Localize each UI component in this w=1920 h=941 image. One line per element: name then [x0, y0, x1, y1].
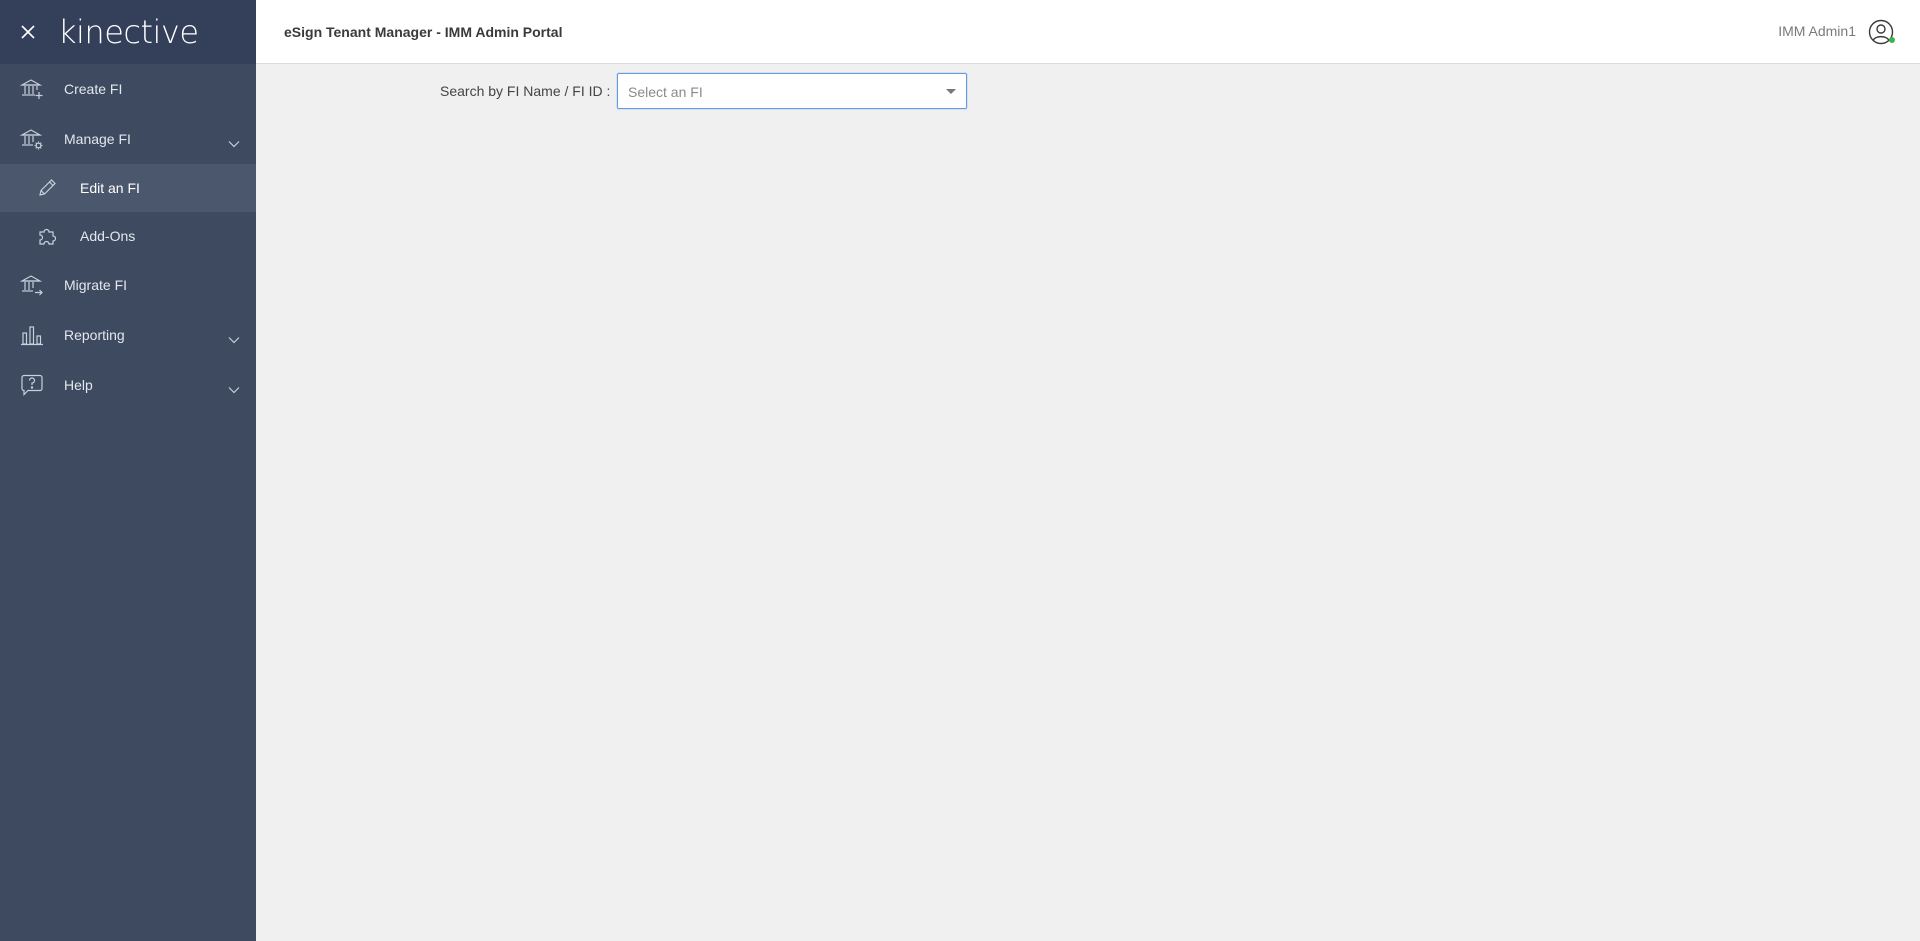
- sidebar-item-create-fi[interactable]: Create FI: [0, 64, 256, 114]
- sidebar-item-label: Add-Ons: [80, 228, 136, 244]
- sidebar-item-label: Manage FI: [64, 131, 131, 147]
- sidebar-item-reporting[interactable]: Reporting: [0, 310, 256, 360]
- sidebar-nav: Create FI Manage FI Edit an FI Add-Ons M…: [0, 64, 256, 410]
- bar-chart-icon: [20, 323, 44, 347]
- sidebar: kinective Create FI Manage FI Edit an FI…: [0, 0, 256, 941]
- pencil-icon: [36, 177, 58, 199]
- sidebar-item-edit-an-fi[interactable]: Edit an FI: [0, 164, 256, 212]
- help-chat-icon: [20, 373, 44, 397]
- chevron-down-icon[interactable]: [228, 381, 240, 394]
- sidebar-item-add-ons[interactable]: Add-Ons: [0, 212, 256, 260]
- bank-migrate-icon: [19, 273, 44, 297]
- search-label: Search by FI Name / FI ID :: [440, 83, 611, 99]
- sidebar-item-migrate-fi[interactable]: Migrate FI: [0, 260, 256, 310]
- puzzle-icon: [36, 225, 58, 247]
- sidebar-item-label: Migrate FI: [64, 277, 128, 293]
- fi-select-dropdown[interactable]: Select an FI: [617, 73, 967, 109]
- sidebar-header: kinective: [0, 0, 256, 64]
- bank-settings-icon: [19, 127, 44, 151]
- bank-add-icon: [19, 77, 44, 101]
- online-status-indicator: [1889, 37, 1895, 43]
- fi-select-placeholder: Select an FI: [628, 84, 703, 100]
- sidebar-item-label: Edit an FI: [80, 180, 140, 196]
- sidebar-item-manage-fi[interactable]: Manage FI: [0, 114, 256, 164]
- user-name[interactable]: IMM Admin1: [1778, 23, 1856, 39]
- dropdown-caret-icon: [946, 89, 956, 94]
- close-icon[interactable]: [20, 24, 36, 40]
- chevron-down-icon[interactable]: [228, 331, 240, 344]
- top-bar: eSign Tenant Manager - IMM Admin Portal …: [256, 0, 1920, 64]
- sidebar-item-help[interactable]: Help: [0, 360, 256, 410]
- chevron-down-icon[interactable]: [228, 135, 240, 148]
- kinective-logo: kinective: [58, 13, 199, 51]
- sidebar-item-label: Reporting: [64, 327, 125, 343]
- sidebar-item-label: Create FI: [64, 81, 123, 97]
- page-title: eSign Tenant Manager - IMM Admin Portal: [284, 24, 563, 40]
- sidebar-item-label: Help: [64, 377, 93, 393]
